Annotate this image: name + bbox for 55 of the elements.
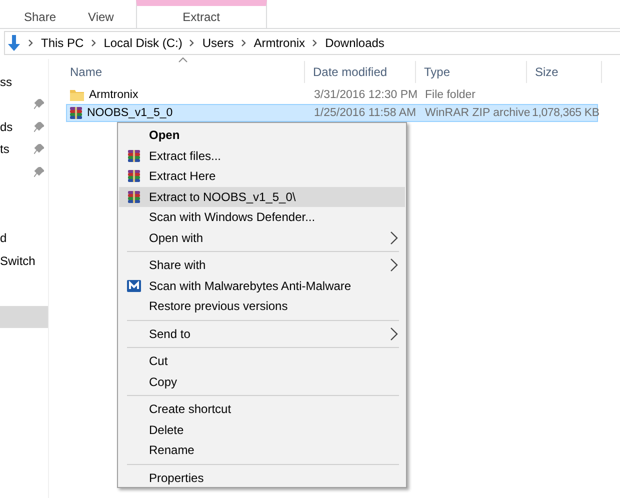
ribbon-tab[interactable]: Extract — [136, 0, 267, 28]
archive-icon — [69, 106, 83, 120]
archive-icon — [127, 190, 141, 204]
ribbon-tab[interactable]: Share — [8, 0, 72, 28]
chevron-icon — [240, 39, 247, 47]
menu-item[interactable]: Copy — [119, 372, 405, 392]
date-cell-text: 3/31/2016 12:30 PM — [313, 89, 419, 101]
menu-item[interactable]: Properties — [119, 468, 405, 488]
sort-caret-icon — [178, 57, 188, 63]
column-header[interactable]: Name — [62, 61, 305, 83]
nav-item[interactable]: Switch — [0, 249, 48, 272]
breadcrumb[interactable]: This PC — [41, 36, 84, 50]
nav-item[interactable]: ss — [0, 71, 48, 94]
chevron-icon — [312, 39, 318, 47]
chevron-icon — [189, 39, 196, 47]
menu-item[interactable]: Share with — [119, 255, 405, 276]
menu-item[interactable]: Restore previous versions — [119, 296, 405, 316]
folder-icon — [69, 88, 85, 102]
column-header[interactable]: Size — [527, 61, 602, 83]
nav-item[interactable]: ts — [0, 138, 48, 161]
archive-icon — [127, 169, 141, 183]
down-arrow-icon — [7, 35, 21, 51]
chevron-icon — [28, 39, 34, 47]
scanner-icon — [127, 278, 141, 292]
ribbon-tab[interactable]: View — [72, 0, 130, 28]
type-cell-text: File folder — [424, 89, 476, 101]
column-header[interactable]: Date modified — [305, 61, 416, 83]
menu-item[interactable]: Scan with Windows Defender... — [119, 207, 405, 228]
file-name: NOOBS_v1_5_0 — [87, 107, 173, 119]
breadcrumb[interactable]: Downloads — [325, 36, 384, 50]
file-row[interactable]: Armtronix 3/31/2016 12:30 PM File folder — [66, 86, 598, 104]
menu-item[interactable]: Open — [119, 125, 405, 146]
menu-item[interactable]: Scan with Malwarebytes Anti-Malware — [119, 276, 405, 296]
breadcrumb[interactable]: Armtronix — [254, 36, 306, 50]
archive-icon — [127, 148, 141, 162]
type-cell-text: WinRAR ZIP archive — [424, 107, 532, 119]
menu-item[interactable]: Rename — [119, 440, 405, 460]
menu-item[interactable]: Open with — [119, 228, 405, 248]
nav-item[interactable]: ds — [0, 116, 48, 138]
menu-item[interactable]: Extract to NOOBS_v1_5_0\ — [119, 186, 405, 207]
menu-item[interactable]: Create shortcut — [119, 399, 405, 420]
chevron-icon — [90, 39, 97, 47]
menu-item[interactable]: Cut — [119, 351, 405, 372]
breadcrumb[interactable]: Users — [202, 36, 234, 50]
menu-item[interactable]: Delete — [119, 420, 405, 440]
file-name: Armtronix — [89, 89, 138, 101]
file-row[interactable]: NOOBS_v1_5_0 1/25/2016 11:58 AM WinRAR ZIP archive 1,078,365 KB — [66, 104, 598, 122]
menu-item[interactable]: Send to — [119, 324, 405, 344]
breadcrumb[interactable]: Local Disk (C:) — [104, 36, 182, 50]
date-cell-text: 1/25/2016 11:58 AM — [313, 107, 418, 119]
nav-item[interactable]: d — [0, 226, 48, 250]
menu-item[interactable]: Extract files... — [119, 146, 405, 166]
size-cell: 1,078,365 KB — [532, 107, 597, 119]
column-header[interactable]: Type — [416, 61, 527, 83]
menu-item[interactable]: Extract Here — [119, 166, 405, 186]
